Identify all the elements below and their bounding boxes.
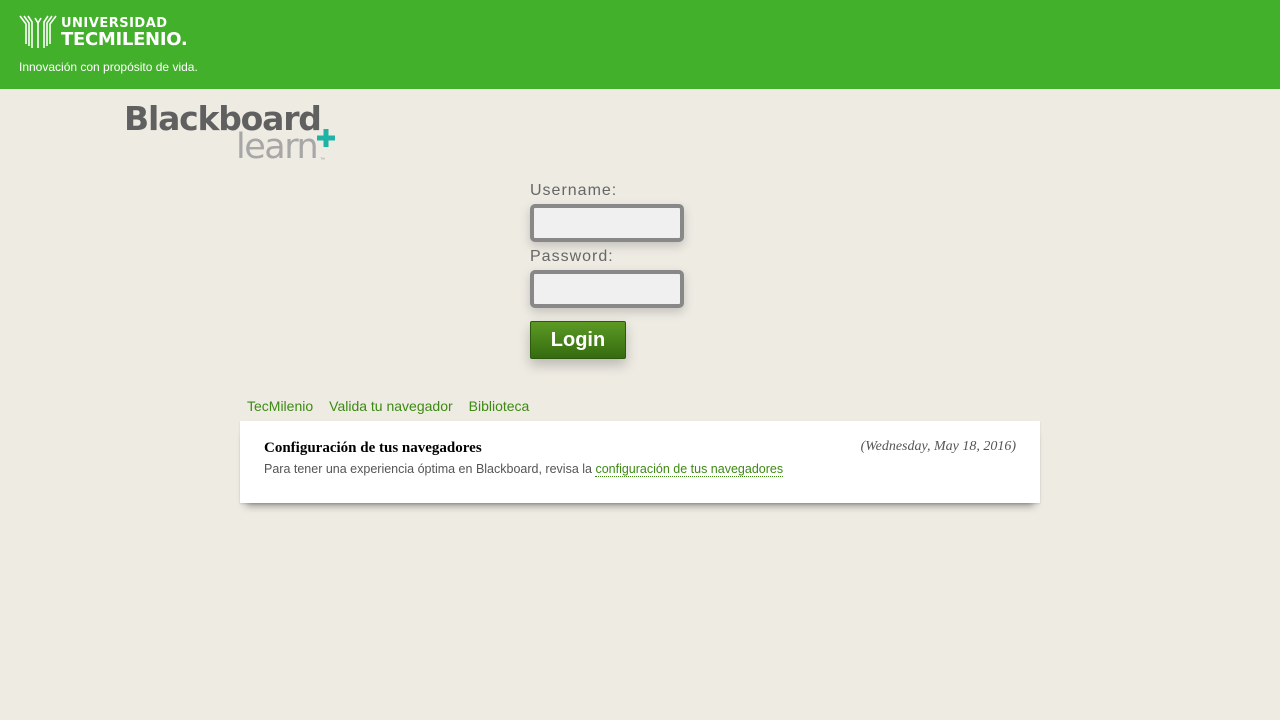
username-input[interactable] xyxy=(530,204,684,242)
module-tabs: TecMilenio Valida tu navegador Bibliotec… xyxy=(240,396,538,416)
login-button[interactable]: Login xyxy=(530,321,626,359)
announcement-body: Para tener una experiencia óptima en Bla… xyxy=(264,462,784,477)
tab-biblioteca[interactable]: Biblioteca xyxy=(462,396,537,416)
browser-config-link[interactable]: configuración de tus navegadores xyxy=(595,462,784,477)
announcement-date: (Wednesday, May 18, 2016) xyxy=(860,439,1016,454)
tab-valida-navegador[interactable]: Valida tu navegador xyxy=(322,396,460,416)
plus-icon xyxy=(317,129,335,147)
announcement-panel: Configuración de tus navegadores (Wednes… xyxy=(240,421,1040,503)
top-banner: UNIVERSIDAD TECMILENIO. Innovación con p… xyxy=(0,0,1280,89)
tecmilenio-logo[interactable]: UNIVERSIDAD TECMILENIO. Innovación con p… xyxy=(18,14,198,76)
trademark-symbol: ™ xyxy=(320,157,325,163)
announcement-title: Configuración de tus navegadores xyxy=(264,440,482,456)
password-input[interactable] xyxy=(530,270,684,308)
university-name: TECMILENIO. xyxy=(61,29,188,50)
blackboard-learn-logo: Blackboard learn ™ xyxy=(124,100,339,168)
login-form: Username: Password: Login xyxy=(530,180,730,359)
username-label: Username: xyxy=(530,182,618,199)
tecmilenio-emblem-icon xyxy=(19,15,57,48)
password-label: Password: xyxy=(530,248,614,265)
tab-tecmilenio[interactable]: TecMilenio xyxy=(240,396,320,416)
learn-wordmark: learn xyxy=(236,127,319,167)
announcement-body-text: Para tener una experiencia óptima en Bla… xyxy=(264,462,596,476)
university-tagline: Innovación con propósito de vida. xyxy=(19,60,198,74)
